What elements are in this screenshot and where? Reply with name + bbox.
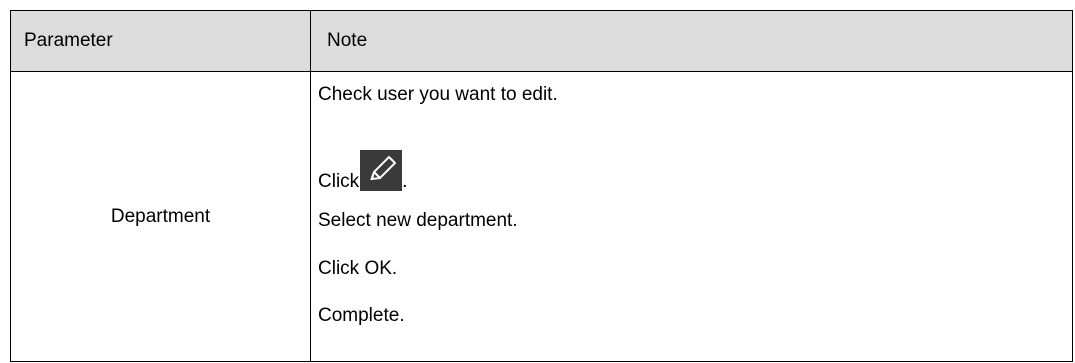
note-step-click-ok: Click OK. — [318, 258, 398, 279]
column-divider — [310, 11, 311, 361]
parameter-cell-department: Department — [11, 72, 310, 361]
note-step-complete: Complete. — [318, 305, 405, 326]
note-step-check-user: Check user you want to edit. — [318, 84, 558, 105]
note-step-click-edit: Click . — [318, 150, 407, 193]
parameter-table: Parameter Note Department — [10, 10, 1073, 362]
note-click-prefix: Click — [318, 171, 360, 192]
parameter-name: Department — [110, 205, 211, 227]
header-note: Note — [327, 30, 368, 51]
note-step-select-department: Select new department. — [318, 210, 518, 231]
pencil-edit-icon — [360, 150, 403, 191]
header-parameter: Parameter — [24, 30, 113, 51]
table-header-row: Parameter Note — [11, 11, 1072, 72]
note-click-suffix: . — [402, 171, 408, 192]
